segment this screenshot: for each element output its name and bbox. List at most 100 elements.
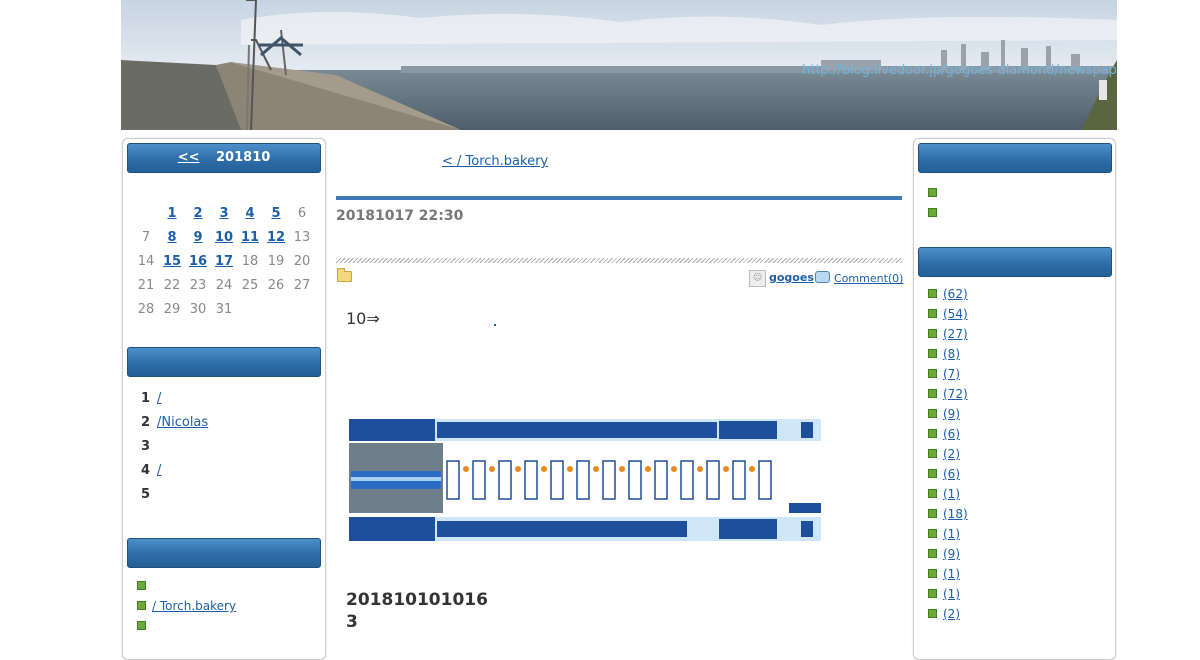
category-item: (72) <box>928 387 968 407</box>
recent-articles-list: / Torch.bakery <box>137 579 236 639</box>
ranking-number: 4 <box>141 463 151 478</box>
category-list: (62) (54) (27) (8) (7) (72) (9) (6) (2) (6) (1) (18… <box>928 287 968 627</box>
calendar-day-link[interactable]: 1 <box>167 206 176 221</box>
ranking-number: 5 <box>141 487 151 502</box>
comment-link[interactable]: Comment(0) <box>834 272 903 285</box>
ranking-number: 1 <box>141 391 151 406</box>
bullet-icon <box>928 589 937 598</box>
event-banner-image[interactable] <box>349 419 821 541</box>
calendar-day <box>289 297 315 321</box>
calendar-day: 16 <box>185 249 211 273</box>
calendar-day: 19 <box>267 253 285 269</box>
calendar-day-link[interactable]: 17 <box>215 254 233 269</box>
category-link[interactable]: (54) <box>943 307 968 321</box>
bullet-icon <box>928 549 937 558</box>
category-link[interactable]: (6) <box>943 427 960 441</box>
category-item: (9) <box>928 547 968 567</box>
right-sidebar: (62) (54) (27) (8) (7) (72) (9) (6) (2) (6) (1) (18… <box>913 138 1116 660</box>
category-link[interactable]: (9) <box>943 547 960 561</box>
category-link[interactable]: (1) <box>943 587 960 601</box>
category-link[interactable]: (2) <box>943 447 960 461</box>
previous-article-link[interactable]: < / Torch.bakery <box>442 154 548 169</box>
bullet-icon <box>928 409 937 418</box>
calendar-day-link[interactable]: 5 <box>271 206 280 221</box>
bullet-icon <box>928 569 937 578</box>
calendar-day: 18 <box>241 253 259 269</box>
category-link[interactable]: (7) <box>943 367 960 381</box>
calendar-day-link[interactable]: 3 <box>219 206 228 221</box>
recent-article-link[interactable]: / Torch.bakery <box>152 599 236 613</box>
ranking-item: 2/Nicolas <box>141 415 208 439</box>
calendar-day: 10 <box>211 225 237 249</box>
calendar-day-link[interactable]: 16 <box>189 254 207 269</box>
calendar-day: 15 <box>159 249 185 273</box>
author-avatar-icon: ☺ <box>749 270 766 287</box>
calendar-prev-link[interactable]: << <box>178 150 200 165</box>
category-link[interactable]: (8) <box>943 347 960 361</box>
category-item: (8) <box>928 347 968 367</box>
category-link[interactable]: (27) <box>943 327 968 341</box>
category-item: (6) <box>928 467 968 487</box>
calendar-day: 29 <box>163 301 181 317</box>
category-item: (2) <box>928 447 968 467</box>
category-item: (62) <box>928 287 968 307</box>
category-item: (2) <box>928 607 968 627</box>
author-link[interactable]: gogoes <box>769 271 814 284</box>
calendar-week-row: 28 29 30 31 <box>133 297 315 321</box>
ranking-link[interactable]: /Nicolas <box>157 415 208 430</box>
category-link[interactable]: (72) <box>943 387 968 401</box>
calendar-day-link[interactable]: 12 <box>267 230 285 245</box>
category-item: (18) <box>928 507 968 527</box>
calendar-day-link[interactable]: 10 <box>215 230 233 245</box>
calendar-day: 14 <box>137 253 155 269</box>
calendar-day-link[interactable]: 9 <box>193 230 202 245</box>
calendar-week-row: 1 2 3 4 5 6 <box>133 201 315 225</box>
category-header <box>918 247 1112 277</box>
article-inline-link[interactable] <box>494 324 496 326</box>
calendar-day-link[interactable]: 11 <box>241 230 259 245</box>
calendar-day: 27 <box>293 277 311 293</box>
category-link[interactable]: (18) <box>943 507 968 521</box>
blog-url-link[interactable]: http://blog.livedoor.jp/gogoes-diamond/n… <box>802 63 1117 78</box>
calendar-day-link[interactable]: 4 <box>245 206 254 221</box>
calendar-day <box>237 297 263 321</box>
calendar-day: 4 <box>237 201 263 225</box>
category-item: (1) <box>928 487 968 507</box>
calendar-day: 25 <box>241 277 259 293</box>
category-item: (6) <box>928 427 968 447</box>
calendar-day: 26 <box>267 277 285 293</box>
right-box-1-header <box>918 143 1112 173</box>
bullet-icon <box>928 529 937 538</box>
calendar-day: 12 <box>263 225 289 249</box>
category-link[interactable]: (9) <box>943 407 960 421</box>
list-item <box>137 579 236 599</box>
list-item <box>928 203 943 223</box>
bullet-icon <box>928 389 937 398</box>
bullet-icon <box>928 609 937 618</box>
calendar-day-link[interactable]: 8 <box>167 230 176 245</box>
category-link[interactable]: (6) <box>943 467 960 481</box>
calendar-day: 2 <box>185 201 211 225</box>
calendar-day: 23 <box>189 277 207 293</box>
calendar-day: 9 <box>185 225 211 249</box>
hatched-divider <box>336 258 902 263</box>
bullet-icon <box>137 621 146 630</box>
ranking-link[interactable]: / <box>157 463 161 478</box>
ranking-link[interactable]: / <box>157 391 161 406</box>
calendar-day: 21 <box>137 277 155 293</box>
category-link[interactable]: (62) <box>943 287 968 301</box>
header-banner: http://blog.livedoor.jp/gogoes-diamond/n… <box>121 0 1117 130</box>
calendar-day-link[interactable]: 15 <box>163 254 181 269</box>
list-item <box>137 619 236 639</box>
category-link[interactable]: (2) <box>943 607 960 621</box>
category-link[interactable]: (1) <box>943 567 960 581</box>
calendar-day: 11 <box>237 225 263 249</box>
bullet-icon <box>928 429 937 438</box>
bullet-icon <box>928 289 937 298</box>
calendar-grid: 1 2 3 4 5 6 7 8 9 10 11 12 13 14 15 16 17 18 19 20 21 22 23 24 2… <box>133 201 315 321</box>
folder-icon[interactable] <box>337 268 352 282</box>
calendar-day: 20 <box>293 253 311 269</box>
calendar-day-link[interactable]: 2 <box>193 206 202 221</box>
category-link[interactable]: (1) <box>943 487 960 501</box>
category-link[interactable]: (1) <box>943 527 960 541</box>
